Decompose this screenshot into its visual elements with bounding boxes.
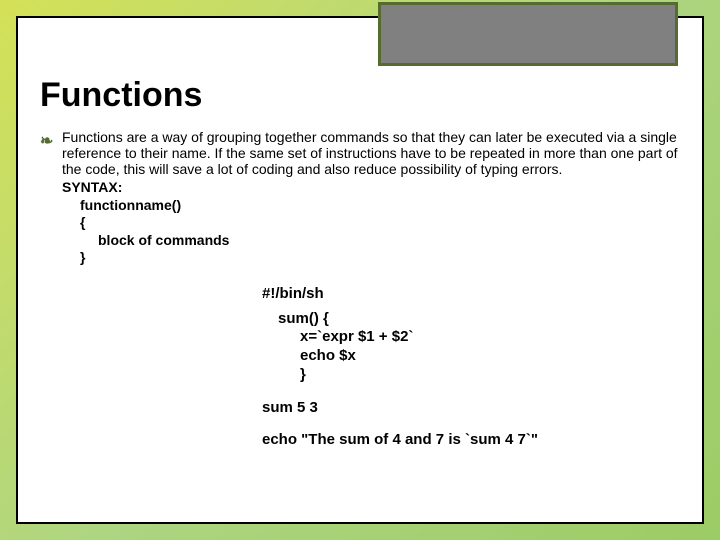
syntax-line-1: functionname() bbox=[62, 197, 680, 215]
bullet-icon: ❧ bbox=[40, 131, 53, 151]
code-line-2: x=`expr $1 + $2` bbox=[262, 328, 680, 347]
description-paragraph: Functions are a way of grouping together… bbox=[62, 129, 680, 177]
syntax-line-2: { bbox=[62, 214, 680, 232]
code-line-4: } bbox=[262, 366, 680, 385]
code-line-1: sum() { bbox=[262, 310, 680, 329]
code-example: #!/bin/sh sum() { x=`expr $1 + $2` echo … bbox=[262, 285, 680, 450]
slide-frame: Functions ❧ Functions are a way of group… bbox=[16, 16, 704, 524]
code-line-3: echo $x bbox=[262, 347, 680, 366]
syntax-line-4: } bbox=[62, 249, 680, 267]
syntax-label: SYNTAX: bbox=[62, 179, 680, 197]
slide-content: ❧ Functions are a way of grouping togeth… bbox=[18, 115, 702, 450]
code-shebang: #!/bin/sh bbox=[262, 285, 680, 304]
title-accent-box bbox=[378, 2, 678, 66]
code-echo: echo "The sum of 4 and 7 is `sum 4 7`" bbox=[262, 431, 680, 450]
code-call: sum 5 3 bbox=[262, 399, 680, 418]
syntax-block: SYNTAX: functionname() { block of comman… bbox=[62, 179, 680, 267]
syntax-line-3: block of commands bbox=[62, 232, 680, 250]
